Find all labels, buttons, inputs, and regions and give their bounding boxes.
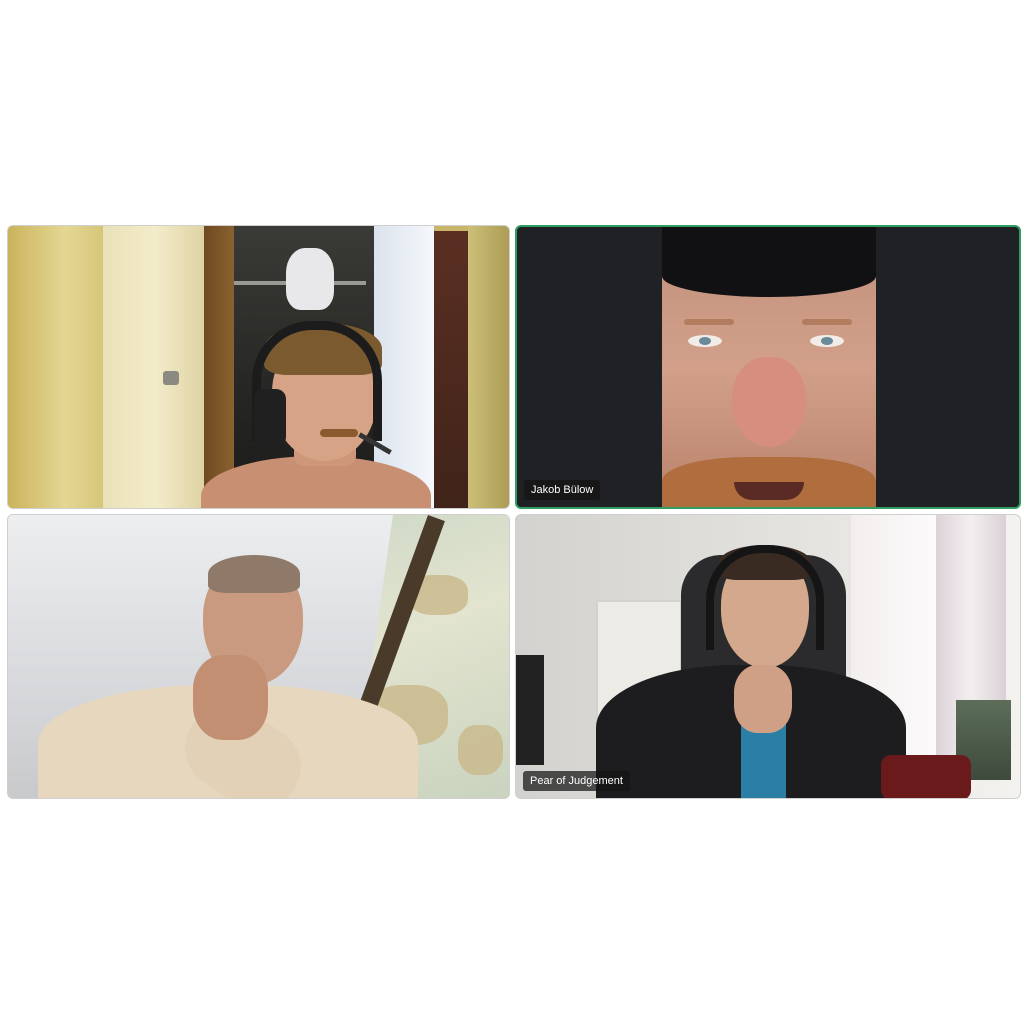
video-background [204, 226, 234, 508]
video-background [516, 655, 544, 765]
participant-figure [662, 227, 876, 507]
participant-name-label: Jakob Bülow [524, 480, 601, 500]
video-background [458, 725, 503, 775]
participant-video-tile-1[interactable] [7, 225, 510, 509]
participant-video-tile-4[interactable]: Pear of Judgement [515, 514, 1021, 799]
video-background [468, 226, 509, 508]
participant-video-tile-3[interactable] [7, 514, 510, 799]
video-background [163, 371, 179, 385]
video-background [103, 226, 208, 508]
video-background [286, 248, 334, 310]
video-background [434, 231, 468, 508]
participant-name-label: Pear of Judgement [523, 771, 630, 791]
participant-video-tile-2[interactable]: Jakob Bülow [515, 225, 1021, 509]
video-background [8, 226, 103, 508]
